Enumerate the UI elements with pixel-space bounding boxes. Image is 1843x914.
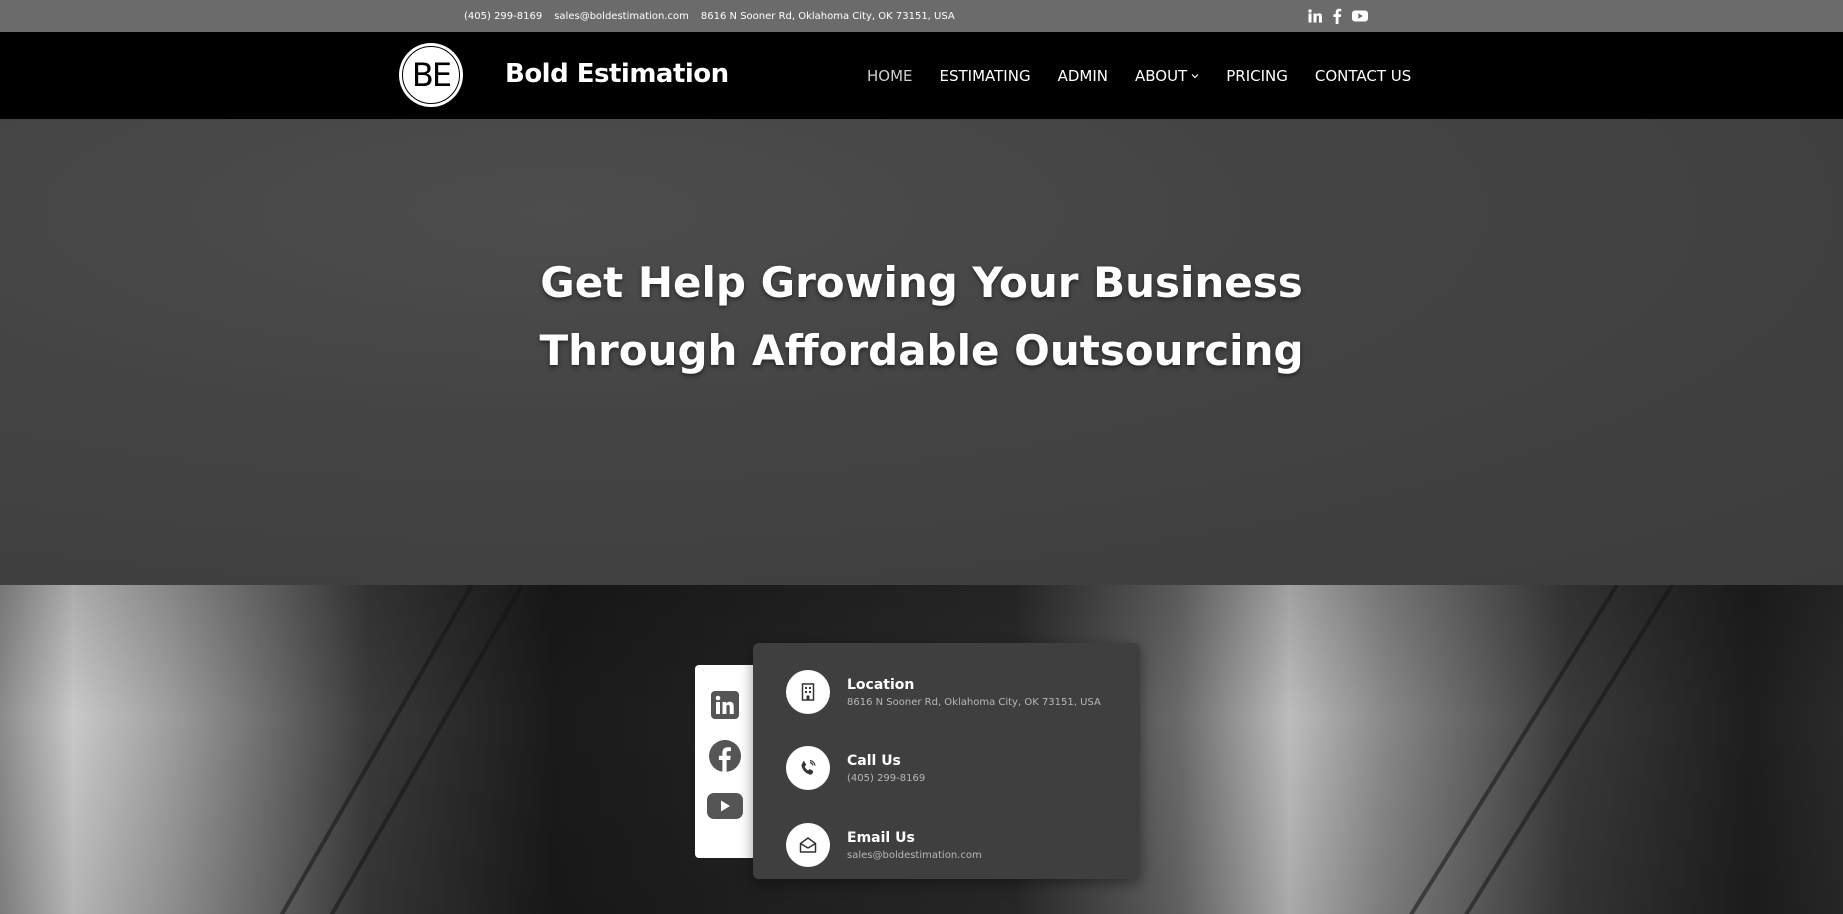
location-title: Location [847, 676, 915, 693]
logo-text: BE [402, 46, 460, 104]
brand-name[interactable]: Bold Estimation [505, 59, 729, 89]
top-socials [1308, 0, 1368, 32]
top-bar: (405) 299-8169 sales@boldestimation.com … [0, 0, 1843, 32]
facebook-icon[interactable] [709, 740, 741, 772]
hero-title-line-1: Get Help Growing Your Business [540, 258, 1303, 307]
location-value: 8616 N Sooner Rd, Oklahoma City, OK 7315… [847, 696, 1101, 708]
youtube-icon[interactable] [707, 793, 743, 819]
nav-estimating[interactable]: ESTIMATING [940, 67, 1031, 85]
phone-icon [786, 746, 830, 790]
main-nav: HOME ESTIMATING ADMIN ABOUT PRICING CONT… [867, 32, 1411, 119]
top-email[interactable]: sales@boldestimation.com [554, 11, 689, 22]
top-contact-info: (405) 299-8169 sales@boldestimation.com … [464, 0, 955, 32]
chevron-down-icon [1191, 73, 1199, 78]
call-title: Call Us [847, 752, 901, 769]
building-icon [786, 670, 830, 714]
hero-title-line-2: Through Affordable Outsourcing [539, 326, 1304, 375]
nav-about-label: ABOUT [1134, 66, 1188, 85]
logo[interactable]: BE [399, 43, 463, 107]
location-item: Location 8616 N Sooner Rd, Oklahoma City… [786, 670, 1101, 714]
linkedin-icon[interactable] [1308, 9, 1322, 23]
hero-section: Get Help Growing Your Business Through A… [0, 119, 1843, 585]
side-social-panel [695, 665, 755, 858]
email-value[interactable]: sales@boldestimation.com [847, 850, 982, 861]
top-address: 8616 N Sooner Rd, Oklahoma City, OK 7315… [700, 10, 955, 22]
top-phone[interactable]: (405) 299-8169 [464, 11, 542, 22]
call-item: Call Us (405) 299-8169 [786, 746, 925, 790]
nav-home[interactable]: HOME [867, 67, 913, 85]
hero-title: Get Help Growing Your Business Through A… [0, 249, 1843, 385]
nav-contact-us[interactable]: CONTACT US [1315, 67, 1411, 85]
envelope-open-icon [786, 823, 830, 867]
call-value[interactable]: (405) 299-8169 [847, 773, 925, 784]
nav-about[interactable]: ABOUT [1135, 67, 1199, 85]
site-header: BE Bold Estimation HOME ESTIMATING ADMIN… [0, 32, 1843, 119]
email-title: Email Us [847, 829, 915, 846]
contact-info-card: Location 8616 N Sooner Rd, Oklahoma City… [753, 643, 1140, 879]
linkedin-icon[interactable] [711, 691, 739, 719]
email-item: Email Us sales@boldestimation.com [786, 823, 982, 867]
facebook-icon[interactable] [1332, 8, 1342, 24]
nav-admin[interactable]: ADMIN [1058, 67, 1108, 85]
nav-pricing[interactable]: PRICING [1226, 67, 1288, 85]
youtube-icon[interactable] [1352, 10, 1368, 22]
